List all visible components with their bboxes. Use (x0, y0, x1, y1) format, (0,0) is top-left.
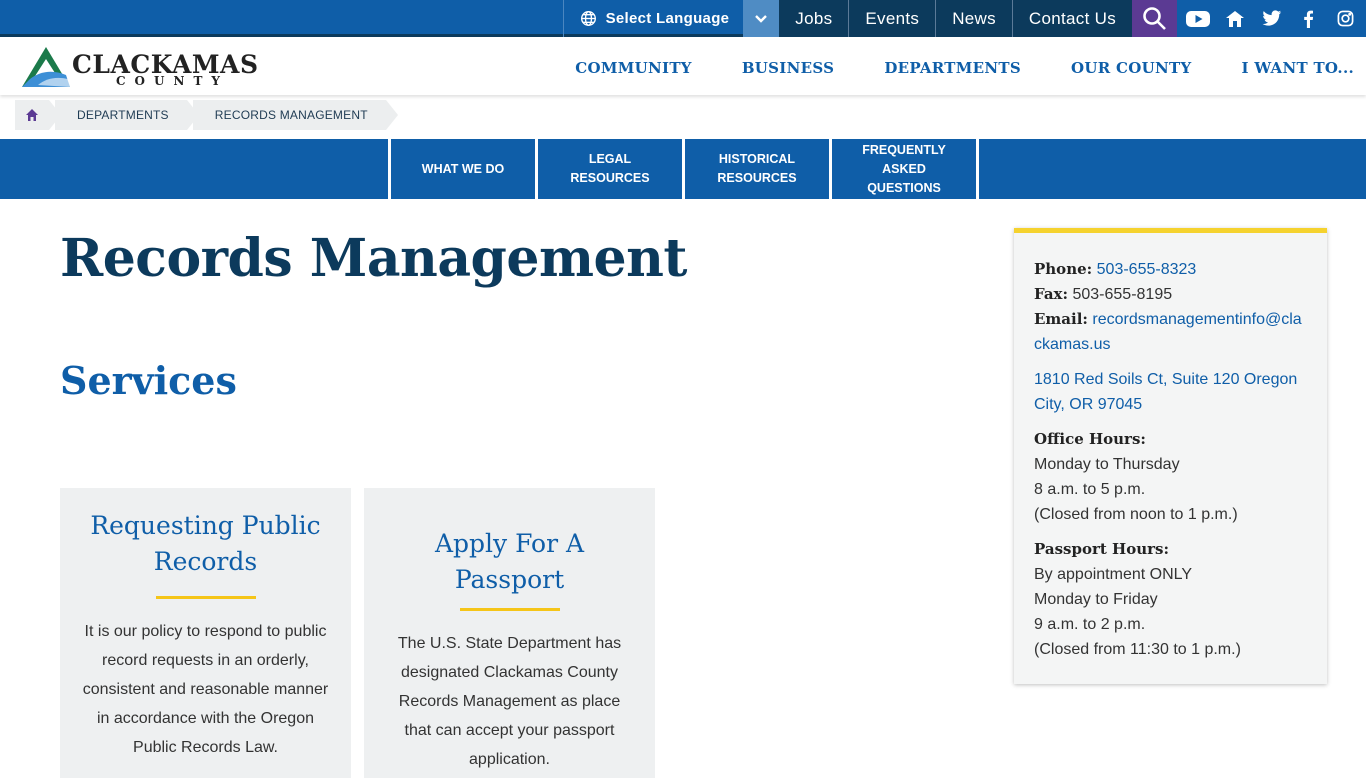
office-hours-label: Office Hours: (1034, 430, 1146, 448)
office-hours-line: 8 a.m. to 5 p.m. (1034, 481, 1146, 498)
card-accent-bar (459, 608, 560, 611)
news-link[interactable]: News (936, 0, 1013, 37)
nav-community[interactable]: COMMUNITY (575, 59, 692, 77)
facebook-icon[interactable] (1290, 10, 1327, 28)
jobs-link[interactable]: Jobs (779, 0, 850, 37)
phone-label: Phone: (1034, 260, 1093, 278)
card-body: It is our policy to respond to public re… (82, 623, 329, 756)
email-row: Email: recordsmanagementinfo@clackamas.u… (1034, 307, 1307, 357)
subnav-legal-resources[interactable]: LEGAL RESOURCES (535, 139, 682, 199)
home-icon (26, 109, 38, 121)
card-body: The U.S. State Department has designated… (397, 635, 622, 768)
email-label: Email: (1034, 310, 1088, 328)
utility-links: Jobs Events News Contact Us (779, 0, 1132, 37)
contact-sidebar: Phone: 503-655-8323 Fax: 503-655-8195 Em… (1014, 228, 1327, 684)
logo-mountain-icon (22, 47, 70, 87)
phone-row: Phone: 503-655-8323 (1034, 257, 1307, 282)
events-link[interactable]: Events (849, 0, 937, 37)
section-subnav: WHAT WE DO LEGAL RESOURCES HISTORICAL RE… (0, 139, 1366, 199)
language-selector[interactable]: Select Language (562, 0, 744, 37)
passport-hours-line: 9 a.m. to 2 p.m. (1034, 616, 1146, 633)
nav-departments[interactable]: DEPARTMENTS (884, 59, 1021, 77)
clackamas-logo[interactable]: CLACKAMAS COUNTY (20, 45, 275, 89)
subnav-items: WHAT WE DO LEGAL RESOURCES HISTORICAL RE… (388, 139, 979, 199)
subnav-what-we-do[interactable]: WHAT WE DO (388, 139, 535, 199)
logo-word-county: COUNTY (116, 74, 229, 88)
chevron-down-icon (755, 14, 768, 23)
service-card-public-records[interactable]: Requesting Public Records It is our poli… (60, 488, 351, 778)
card-title[interactable]: Apply For A Passport (384, 526, 635, 598)
search-button[interactable] (1132, 0, 1177, 37)
passport-hours-line: (Closed from 11:30 to 1 p.m.) (1034, 641, 1241, 658)
contact-us-link[interactable]: Contact Us (1013, 0, 1132, 37)
page-title: Records Management (60, 228, 687, 289)
site-header: CLACKAMAS COUNTY COMMUNITY BUSINESS DEPA… (0, 40, 1366, 95)
passport-hours-label: Passport Hours: (1034, 540, 1169, 558)
nav-business[interactable]: BUSINESS (742, 59, 835, 77)
fax-label: Fax: (1034, 285, 1069, 303)
card-accent-bar (155, 596, 256, 599)
globe-icon (580, 11, 596, 26)
breadcrumb-departments[interactable]: DEPARTMENTS (55, 100, 199, 130)
nav-i-want-to[interactable]: I WANT TO... (1242, 59, 1354, 77)
phone-link[interactable]: 503-655-8323 (1097, 261, 1197, 278)
utility-right: Select Language Jobs Events News Contact… (562, 0, 1366, 37)
utility-bar: Select Language Jobs Events News Contact… (0, 0, 1366, 37)
subnav-faq[interactable]: FREQUENTLY ASKED QUESTIONS (829, 139, 976, 199)
language-label: Select Language (605, 10, 730, 27)
twitter-icon[interactable] (1253, 10, 1290, 27)
youtube-icon[interactable] (1179, 10, 1216, 28)
language-dropdown-button[interactable] (743, 0, 780, 37)
service-card-passport[interactable]: Apply For A Passport The U.S. State Depa… (364, 488, 655, 778)
subnav-historical-resources[interactable]: HISTORICAL RESOURCES (682, 139, 829, 199)
office-hours-line: Monday to Thursday (1034, 456, 1180, 473)
section-title-services: Services (60, 358, 237, 403)
office-hours-line: (Closed from noon to 1 p.m.) (1034, 506, 1238, 523)
search-icon (1142, 6, 1166, 30)
card-title[interactable]: Requesting Public Records (80, 508, 331, 580)
nav-our-county[interactable]: OUR COUNTY (1071, 59, 1192, 77)
fax-row: Fax: 503-655-8195 (1034, 282, 1307, 307)
subnav-divider (976, 139, 979, 199)
passport-hours-line: Monday to Friday (1034, 591, 1158, 608)
main-nav: COMMUNITY BUSINESS DEPARTMENTS OUR COUNT… (525, 40, 1354, 95)
address-link[interactable]: 1810 Red Soils Ct, Suite 120 Oregon City… (1034, 371, 1297, 413)
breadcrumb: DEPARTMENTS RECORDS MANAGEMENT (15, 100, 398, 130)
social-links (1177, 0, 1366, 37)
passport-hours-line: By appointment ONLY (1034, 566, 1193, 583)
instagram-icon[interactable] (1327, 10, 1364, 27)
nextdoor-icon[interactable] (1216, 10, 1253, 28)
breadcrumb-home[interactable] (15, 100, 61, 130)
fax-value: 503-655-8195 (1072, 286, 1173, 303)
breadcrumb-records-management: RECORDS MANAGEMENT (192, 100, 398, 130)
